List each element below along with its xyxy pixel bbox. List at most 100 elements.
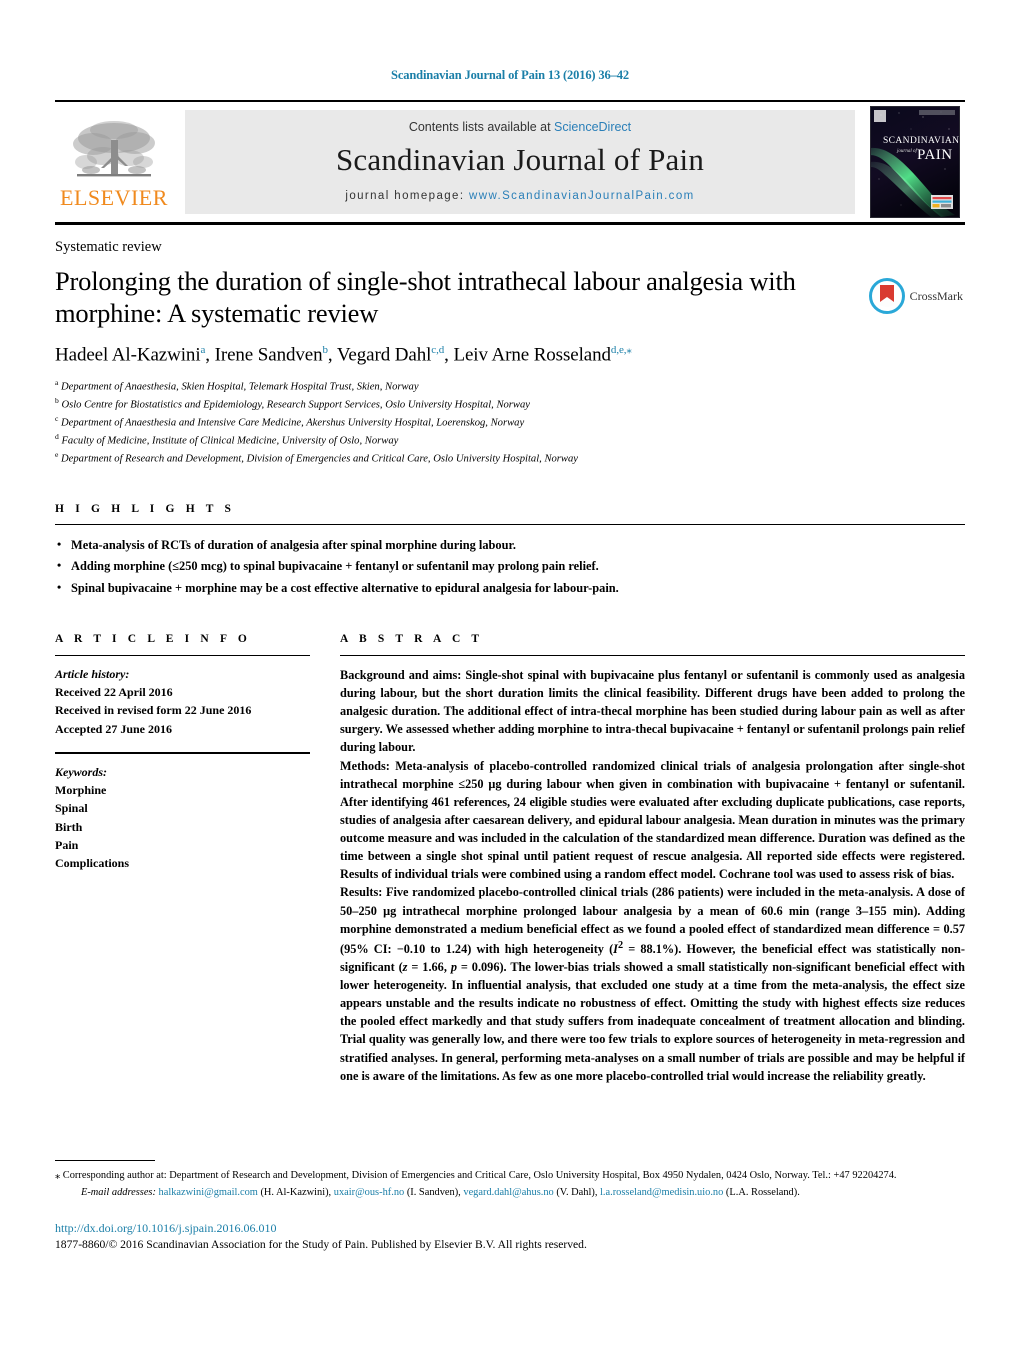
affiliation-mark: a <box>55 377 59 387</box>
article-history-block: Article history: Received 22 April 2016 … <box>55 665 310 738</box>
journal-cover-container: SCANDINAVIAN journal of PAIN <box>865 102 965 222</box>
keyword-item: Morphine <box>55 783 107 798</box>
affiliation-mark: c <box>55 413 59 423</box>
keywords-divider <box>55 751 310 754</box>
elsevier-tree-icon <box>73 120 155 176</box>
article-type-label: Systematic review <box>55 239 162 255</box>
email-owner: (H. Al-Kazwini), <box>257 1187 334 1199</box>
keyword-item: Pain <box>55 837 79 852</box>
keywords-label: Keywords: <box>55 764 107 779</box>
elsevier-wordmark: ELSEVIER <box>60 184 168 210</box>
author-name: Hadeel Al-Kazwini <box>55 343 201 365</box>
affiliation-item: d Faculty of Medicine, Institute of Clin… <box>55 431 965 449</box>
homepage-url-link[interactable]: www.ScandinavianJournalPain.com <box>469 190 695 202</box>
email-link[interactable]: uxair@ous-hf.no <box>334 1187 404 1198</box>
list-item: Meta-analysis of RCTs of duration of ana… <box>55 534 965 556</box>
author-affil-mark[interactable]: c,d <box>431 344 444 356</box>
affiliation-item: a Department of Anaesthesia, Skien Hospi… <box>55 377 965 395</box>
article-history-item: Accepted 27 June 2016 <box>55 721 172 736</box>
list-item: Adding morphine (≤250 mcg) to spinal bup… <box>55 555 965 577</box>
affiliation-item: e Department of Research and Development… <box>55 449 965 467</box>
elsevier-logo: ELSEVIER <box>55 102 173 222</box>
article-info-heading: A R T I C L E I N F O <box>55 632 251 645</box>
corresponding-author-note: ⁎ Corresponding author at: Department of… <box>55 1168 965 1184</box>
doi-link[interactable]: http://dx.doi.org/10.1016/j.sjpain.2016.… <box>55 1221 965 1236</box>
info-abstract-columns: A R T I C L E I N F O Article history: R… <box>55 633 965 1085</box>
crossmark-badge[interactable]: CrossMark <box>868 278 965 314</box>
affiliation-list: a Department of Anaesthesia, Skien Hospi… <box>55 377 965 467</box>
affiliation-text: Department of Anaesthesia and Intensive … <box>61 417 525 429</box>
title-row: Prolonging the duration of single-shot i… <box>55 256 965 366</box>
affiliation-mark: e <box>55 449 59 459</box>
title-block: Prolonging the duration of single-shot i… <box>55 256 869 366</box>
svg-text:journal of: journal of <box>896 149 917 154</box>
journal-title: Scandinavian Journal of Pain <box>335 141 705 177</box>
journal-band: Contents lists available at ScienceDirec… <box>185 110 855 214</box>
affiliation-item: c Department of Anaesthesia and Intensiv… <box>55 413 965 431</box>
contents-list-line: Contents lists available at ScienceDirec… <box>409 120 631 134</box>
svg-text:SCANDINAVIAN: SCANDINAVIAN <box>883 136 959 146</box>
author-name: Leiv Arne Rosseland <box>453 343 611 365</box>
copyright-line: 1877-8860/© 2016 Scandinavian Associatio… <box>55 1238 587 1251</box>
homepage-prefix: journal homepage: <box>345 190 470 203</box>
affiliation-item: b Oslo Centre for Biostatistics and Epid… <box>55 395 965 413</box>
highlights-divider <box>55 523 965 525</box>
abstract-column: A B S T R A C T Background and aims: Sin… <box>340 633 965 1085</box>
footnote-divider <box>55 1159 155 1161</box>
email-addresses-label: E-mail addresses: <box>81 1187 156 1199</box>
email-owner: (L.A. Rosseland). <box>723 1187 800 1199</box>
email-owner: (I. Sandven), <box>404 1187 464 1199</box>
author-name: Vegard Dahl <box>336 343 432 365</box>
abstract-results-text-3: = 1.66, <box>407 959 451 974</box>
journal-homepage-line: journal homepage: www.ScandinavianJourna… <box>345 190 694 202</box>
abstract-methods-text: Meta-analysis of placebo-controlled rand… <box>340 758 965 882</box>
running-head: Scandinavian Journal of Pain 13 (2016) 3… <box>391 68 629 82</box>
page-footer: ⁎ Corresponding author at: Department of… <box>55 1159 965 1251</box>
journal-cover-thumbnail: SCANDINAVIAN journal of PAIN <box>870 106 960 218</box>
affiliation-text: Department of Research and Development, … <box>61 453 578 465</box>
sciencedirect-link[interactable]: ScienceDirect <box>554 120 631 134</box>
svg-text:PAIN: PAIN <box>917 147 953 163</box>
abstract-heading: A B S T R A C T <box>340 632 484 645</box>
article-history-label: Article history: <box>55 666 130 681</box>
article-info-column: A R T I C L E I N F O Article history: R… <box>55 633 340 1085</box>
abstract-results-label: Results: <box>340 885 383 900</box>
crossmark-icon <box>868 278 905 314</box>
author-affil-mark[interactable]: d,e,⁎ <box>611 344 632 356</box>
author-list: Hadeel Al-Kazwinia, Irene Sandvenb, Vega… <box>55 343 855 366</box>
email-link[interactable]: halkazwini@gmail.com <box>159 1187 258 1198</box>
keyword-item: Spinal <box>55 801 88 816</box>
list-item: Spinal bupivacaine + morphine may be a c… <box>55 577 965 599</box>
article-history-item: Received 22 April 2016 <box>55 685 173 700</box>
affiliation-mark: b <box>55 395 59 405</box>
abstract-divider <box>340 654 965 656</box>
corresponding-author-text: Corresponding author at: Department of R… <box>60 1169 897 1181</box>
contents-prefix: Contents lists available at <box>408 119 555 134</box>
highlights-section: H I G H L I G H T S Meta-analysis of RCT… <box>55 503 965 599</box>
article-history-item: Received in revised form 22 June 2016 <box>55 703 252 718</box>
keyword-item: Birth <box>55 819 83 834</box>
email-link[interactable]: vegard.dahl@ahus.no <box>463 1187 553 1198</box>
highlights-list: Meta-analysis of RCTs of duration of ana… <box>55 534 965 599</box>
affiliation-text: Oslo Centre for Biostatistics and Epidem… <box>61 399 530 411</box>
author-sep: , <box>205 343 215 365</box>
author-sep: , <box>327 343 337 365</box>
affiliation-text: Faculty of Medicine, Institute of Clinic… <box>61 435 399 447</box>
affiliation-mark: d <box>55 431 59 441</box>
highlights-heading: H I G H L I G H T S <box>55 502 236 515</box>
abstract-body: Background and aims: Single-shot spinal … <box>340 666 965 1085</box>
abstract-paragraph-methods: Methods: Meta-analysis of placebo-contro… <box>340 757 965 884</box>
email-owner: (V. Dahl), <box>553 1187 601 1199</box>
journal-masthead: ELSEVIER Contents lists available at Sci… <box>55 100 965 225</box>
email-link[interactable]: l.a.rosseland@medisin.uio.no <box>600 1187 723 1198</box>
crossmark-label: CrossMark <box>909 288 963 303</box>
abstract-methods-label: Methods: <box>340 758 390 773</box>
abstract-background-label: Background and aims: <box>340 667 462 682</box>
article-cover-page: Scandinavian Journal of Pain 13 (2016) 3… <box>0 0 1020 1351</box>
article-info-divider <box>55 654 310 656</box>
abstract-results-text-4: = 0.096). The lower-bias trials showed a… <box>340 959 965 1083</box>
author-name: Irene Sandven <box>214 343 323 365</box>
abstract-paragraph-background: Background and aims: Single-shot spinal … <box>340 666 965 757</box>
abstract-paragraph-results: Results: Five randomized placebo-control… <box>340 883 965 1084</box>
keywords-block: Keywords: Morphine Spinal Birth Pain Com… <box>55 763 310 872</box>
